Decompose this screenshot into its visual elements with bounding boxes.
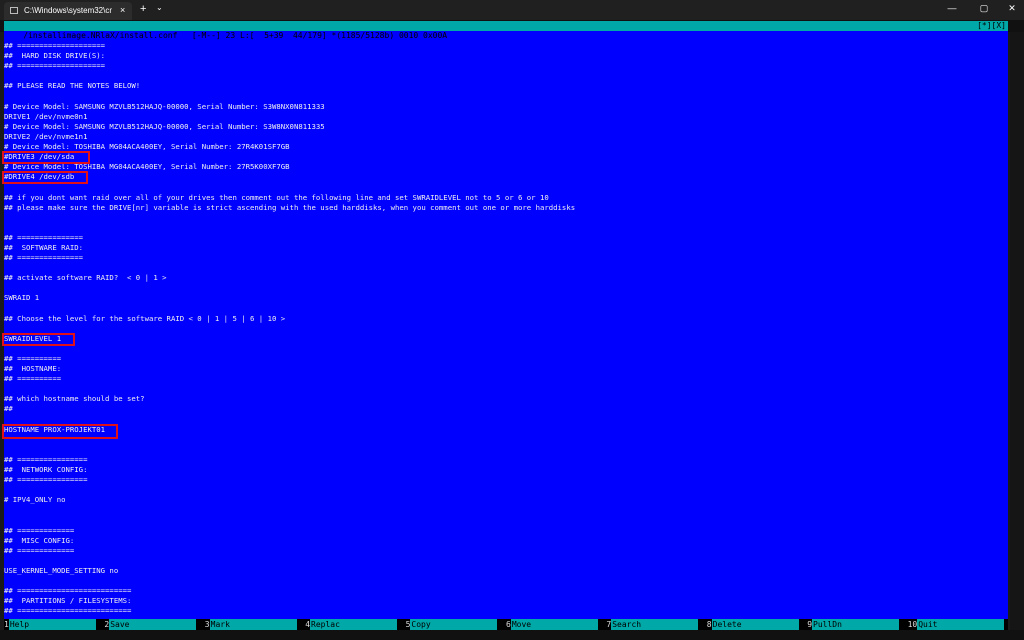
fkey-help[interactable]: 1Help [4,619,96,630]
config-line[interactable]: ## ========================== [4,606,1008,616]
config-line[interactable] [4,384,1008,394]
fkey-pulldn[interactable]: 9PullDn [807,619,900,630]
config-line[interactable] [4,223,1008,233]
config-line[interactable]: ## MISC CONFIG: [4,536,1008,546]
config-line[interactable]: ## ================ [4,475,1008,485]
fkey-copy[interactable]: 5Copy [406,619,498,630]
status-flags[interactable]: [*][X] [977,21,1006,31]
config-line[interactable]: ## ========== [4,354,1008,364]
config-line[interactable] [4,505,1008,515]
config-line[interactable] [4,324,1008,334]
config-line[interactable]: ## ============= [4,526,1008,536]
config-line[interactable] [4,283,1008,293]
config-line[interactable]: ## if you dont want raid over all of you… [4,193,1008,203]
config-line[interactable] [4,92,1008,102]
config-line[interactable] [4,344,1008,354]
terminal-icon [10,7,18,14]
fkey-move[interactable]: 6Move [506,619,598,630]
config-line[interactable] [4,556,1008,566]
config-line[interactable]: # Device Model: SAMSUNG MZVLB512HAJQ-000… [4,102,1008,112]
config-line[interactable]: ## please make sure the DRIVE[nr] variab… [4,203,1008,213]
config-line[interactable]: ## NETWORK CONFIG: [4,465,1008,475]
file-content[interactable]: ## ==================== ## HARD DISK DRIV… [4,31,1008,616]
config-line[interactable] [4,516,1008,526]
config-line[interactable] [4,71,1008,81]
config-line[interactable] [4,31,1008,41]
config-line[interactable] [4,415,1008,425]
fkey-label: Quit [917,619,1005,630]
config-line[interactable]: DRIVE1 /dev/nvme0n1 [4,112,1008,122]
config-line[interactable]: ## =============== [4,233,1008,243]
config-line[interactable]: ## ============= [4,546,1008,556]
fkey-label: Move [510,619,598,630]
minimize-button[interactable]: — [942,3,962,13]
fkey-number: 10 [907,620,918,629]
config-line[interactable]: ## activate software RAID? < 0 | 1 > [4,273,1008,283]
config-line[interactable] [4,304,1008,314]
scrollbar[interactable] [1010,32,1024,630]
config-line[interactable] [4,435,1008,445]
config-line[interactable]: ## which hostname should be set? [4,394,1008,404]
fkey-label: Save [109,619,197,630]
close-window-button[interactable]: ✕ [1002,3,1022,14]
config-line[interactable]: ## ==================== [4,41,1008,51]
config-line[interactable]: ## ==================== [4,61,1008,71]
config-line[interactable] [4,485,1008,495]
fkey-search[interactable]: 7Search [606,619,699,630]
config-line[interactable] [4,213,1008,223]
config-line[interactable]: # Device Model: SAMSUNG MZVLB512HAJQ-000… [4,122,1008,132]
fkey-label: Copy [410,619,498,630]
config-line[interactable]: ## SOFTWARE RAID: [4,243,1008,253]
config-line[interactable]: HOSTNAME PROX-PROJEKT01 [4,425,1008,435]
tab-cmd[interactable]: C:\Windows\system32\cmd.e × [4,2,132,20]
config-line[interactable] [4,445,1008,455]
config-line[interactable]: USE_KERNEL_MODE_SETTING no [4,566,1008,576]
fkey-label: Delete [711,619,799,630]
highlight-drive4 [2,171,88,184]
config-line[interactable]: ## ================ [4,455,1008,465]
editor-status-bar: /installimage.NRlaX/install.conf [-M--] … [4,21,1008,40]
config-line[interactable]: ## HARD DISK DRIVE(S): [4,51,1008,61]
config-line[interactable] [4,182,1008,192]
fkey-delete[interactable]: 8Delete [707,619,799,630]
tab-title: C:\Windows\system32\cmd.e [24,6,112,15]
config-line[interactable]: ## Choose the level for the software RAI… [4,314,1008,324]
config-line[interactable]: DRIVE2 /dev/nvme1n1 [4,132,1008,142]
editor-screen[interactable]: /installimage.NRlaX/install.conf [-M--] … [2,21,1008,630]
config-line[interactable]: ## ========== [4,374,1008,384]
function-key-bar: 1Help 2Save 3Mark 4Replac 5Copy 6Move 7Search 8… [4,619,1008,630]
config-line[interactable]: # Device Model: TOSHIBA MG04ACA400EY, Se… [4,162,1008,172]
highlight-swraidlevel [2,333,75,346]
fkey-quit[interactable]: 10Quit [908,619,1005,630]
fkey-mark[interactable]: 3Mark [205,619,297,630]
config-line[interactable]: ## =============== [4,253,1008,263]
config-line[interactable]: # Device Model: TOSHIBA MG04ACA400EY, Se… [4,142,1008,152]
fkey-save[interactable]: 2Save [104,619,197,630]
maximize-button[interactable]: ▢ [974,3,994,14]
config-line[interactable]: #DRIVE4 /dev/sdb [4,172,1008,182]
config-line[interactable]: ## PARTITIONS / FILESYSTEMS: [4,596,1008,606]
config-line[interactable]: ## ========================== [4,586,1008,596]
fkey-label: Search [611,619,699,630]
new-tab-button[interactable]: + [140,3,146,15]
config-line[interactable]: ## PLEASE READ THE NOTES BELOW! [4,81,1008,91]
config-line[interactable] [4,263,1008,273]
fkey-replac[interactable]: 4Replac [305,619,398,630]
fkey-label: PullDn [812,619,900,630]
config-line[interactable]: #DRIVE3 /dev/sda [4,152,1008,162]
highlight-drive3 [2,151,90,164]
config-line[interactable]: SWRAID 1 [4,293,1008,303]
tab-close-icon[interactable]: × [120,5,125,15]
fkey-label: Replac [310,619,398,630]
config-line[interactable]: ## [4,404,1008,414]
highlight-hostname [2,424,118,439]
config-line[interactable]: ## HOSTNAME: [4,364,1008,374]
config-line[interactable]: # IPV4_ONLY no [4,495,1008,505]
window-titlebar: C:\Windows\system32\cmd.e × + ⌄ — ▢ ✕ [0,0,1024,20]
fkey-label: Mark [209,619,297,630]
config-line[interactable]: SWRAIDLEVEL 1 [4,334,1008,344]
tab-dropdown-icon[interactable]: ⌄ [156,3,163,12]
fkey-label: Help [8,619,96,630]
config-line[interactable] [4,576,1008,586]
